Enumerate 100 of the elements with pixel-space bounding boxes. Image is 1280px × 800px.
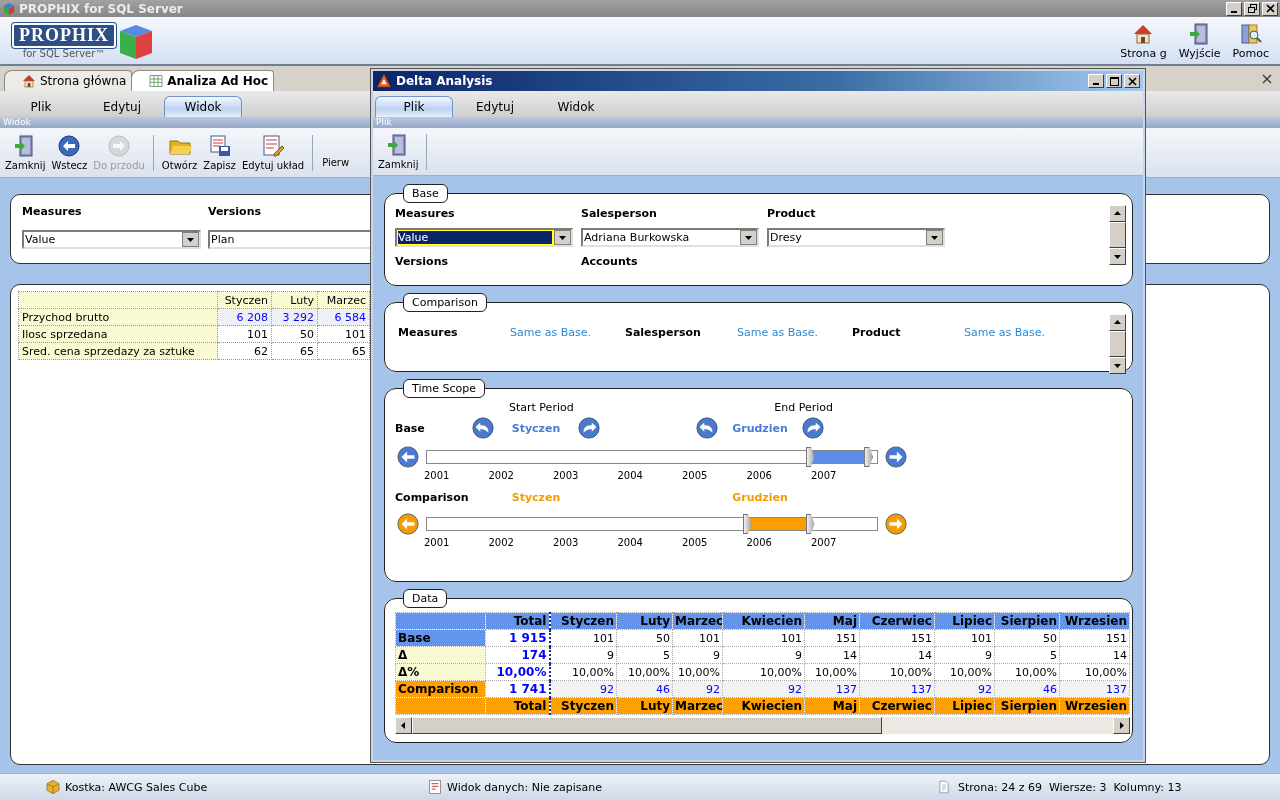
column-header: Sierpien xyxy=(994,612,1060,630)
toolbar-button[interactable]: Zamknij xyxy=(2,134,49,171)
scroll-left-button[interactable] xyxy=(397,446,419,468)
range-slider[interactable] xyxy=(426,517,878,531)
toolbar-button[interactable]: Wstecz xyxy=(48,134,91,171)
menu-tab[interactable]: Edytuj xyxy=(83,96,161,117)
dialog-title: Delta Analysis xyxy=(396,74,493,88)
maximize-button[interactable] xyxy=(1106,74,1122,88)
table-icon xyxy=(148,73,165,89)
field-label: Measures xyxy=(22,205,83,218)
save-icon xyxy=(207,134,232,158)
previous-button[interactable] xyxy=(472,417,494,439)
field-value: Same as Base. xyxy=(964,326,1046,339)
axis-label: 2007 xyxy=(811,537,838,548)
scroll-right-button[interactable] xyxy=(885,446,907,468)
toolbar-button[interactable]: Zamknij xyxy=(375,133,422,170)
toolbar-button[interactable]: Zapisz xyxy=(200,134,239,171)
next-button[interactable] xyxy=(802,417,824,439)
dropdown[interactable]: Value xyxy=(395,228,573,247)
caret-icon xyxy=(740,230,757,245)
axis-label: 2002 xyxy=(488,470,515,481)
close-button[interactable] xyxy=(1124,74,1140,88)
dropdown[interactable]: Adriana Burkowska xyxy=(581,228,759,247)
table-cell: 151 xyxy=(804,629,860,647)
scrollbar[interactable] xyxy=(395,717,1130,734)
axis-label: 2005 xyxy=(682,537,709,548)
window-title: PROPHIX for SQL Server xyxy=(19,1,183,16)
next-button[interactable] xyxy=(578,417,600,439)
down-arrow-icon xyxy=(1113,361,1122,370)
maximize-icon xyxy=(1109,76,1119,86)
column-heading: Start Period xyxy=(509,400,574,414)
header-button[interactable]: Strona g xyxy=(1117,21,1170,60)
scrollbar[interactable] xyxy=(1109,205,1126,265)
restore-icon xyxy=(1247,4,1257,13)
column-header: Styczen xyxy=(217,291,272,309)
previous-button[interactable] xyxy=(696,417,718,439)
period-value: Styczen xyxy=(510,490,562,504)
slider-handle[interactable] xyxy=(742,514,752,534)
field-label: Salesperson xyxy=(625,326,702,339)
toolbar-label[interactable]: Pierw xyxy=(318,137,350,168)
header-button[interactable]: Wyjście xyxy=(1175,21,1224,60)
slider-handle[interactable] xyxy=(864,447,873,467)
column-footer: Sierpien xyxy=(994,697,1060,715)
close-icon xyxy=(1265,4,1275,13)
menu-tab[interactable]: Plik xyxy=(2,96,80,117)
field-label: Measures xyxy=(398,326,459,339)
axis-label: 2007 xyxy=(811,470,838,481)
scrollbar[interactable] xyxy=(1109,314,1126,374)
menu-tab[interactable]: Widok xyxy=(537,96,615,117)
column-header: Czerwiec xyxy=(859,612,935,630)
column-heading: End Period xyxy=(774,400,833,414)
field-label: Salesperson xyxy=(581,207,658,220)
restore-button[interactable] xyxy=(1244,1,1260,16)
menu-tab[interactable]: Edytuj xyxy=(456,96,534,117)
table-cell: 10,00% xyxy=(549,663,617,681)
column-header: Luty xyxy=(616,612,673,630)
table-cell: 50 xyxy=(994,629,1060,647)
field-label: Versions xyxy=(395,255,450,268)
field-label: Accounts xyxy=(581,255,639,268)
axis-label: 2002 xyxy=(488,537,515,548)
close-icon[interactable] xyxy=(1262,73,1272,84)
period-value: Grudzien xyxy=(731,490,789,504)
close-button[interactable] xyxy=(1262,1,1278,16)
field-label: Product xyxy=(767,207,817,220)
status-text: Widok danych: Nie zapisane xyxy=(447,780,602,794)
dropdown[interactable]: Dresy xyxy=(767,228,945,247)
menu-tab[interactable]: Plik xyxy=(375,96,453,117)
axis-label: 2003 xyxy=(553,537,580,548)
column-header: Marzec xyxy=(317,291,370,309)
axis-label: 2001 xyxy=(424,537,451,548)
document-tab[interactable]: Strona główna xyxy=(4,70,133,91)
logo-subtitle: for SQL Server™ xyxy=(22,47,106,59)
range-slider[interactable] xyxy=(426,450,878,464)
table-cell: 10,00% xyxy=(485,663,550,681)
header-button[interactable]: Pomoc xyxy=(1229,21,1272,60)
scroll-left-button[interactable] xyxy=(397,513,419,535)
dropdown[interactable]: Value xyxy=(22,230,201,249)
slider-handle[interactable] xyxy=(805,447,815,467)
minimize-button[interactable] xyxy=(1226,1,1242,16)
slider-handle[interactable] xyxy=(805,514,815,534)
scroll-right-button[interactable] xyxy=(885,513,907,535)
book-icon xyxy=(1238,21,1263,46)
table-cell: 14 xyxy=(804,646,860,664)
document-icon xyxy=(427,779,443,795)
field-label: Product xyxy=(852,326,902,339)
left-arrow-icon xyxy=(399,721,408,730)
table-cell: 151 xyxy=(859,629,935,647)
down-arrow-icon xyxy=(1113,252,1122,261)
minimize-button[interactable] xyxy=(1088,74,1104,88)
status-text: Wiersze: 3 xyxy=(1049,780,1107,794)
column-header: Lipiec xyxy=(934,612,995,630)
table-cell: 92 xyxy=(549,680,617,698)
table-cell: 46 xyxy=(994,680,1060,698)
toolbar-button[interactable]: Edytuj układ xyxy=(238,134,308,171)
table-cell: 101 xyxy=(549,629,617,647)
document-tab[interactable]: Analiza Ad Hoc xyxy=(131,70,275,91)
menu-tab[interactable]: Widok xyxy=(164,96,242,117)
row-label: Comparison xyxy=(395,490,469,504)
toolbar-button[interactable]: Otwórz xyxy=(158,134,201,171)
table-cell: 1 741 xyxy=(485,680,550,698)
